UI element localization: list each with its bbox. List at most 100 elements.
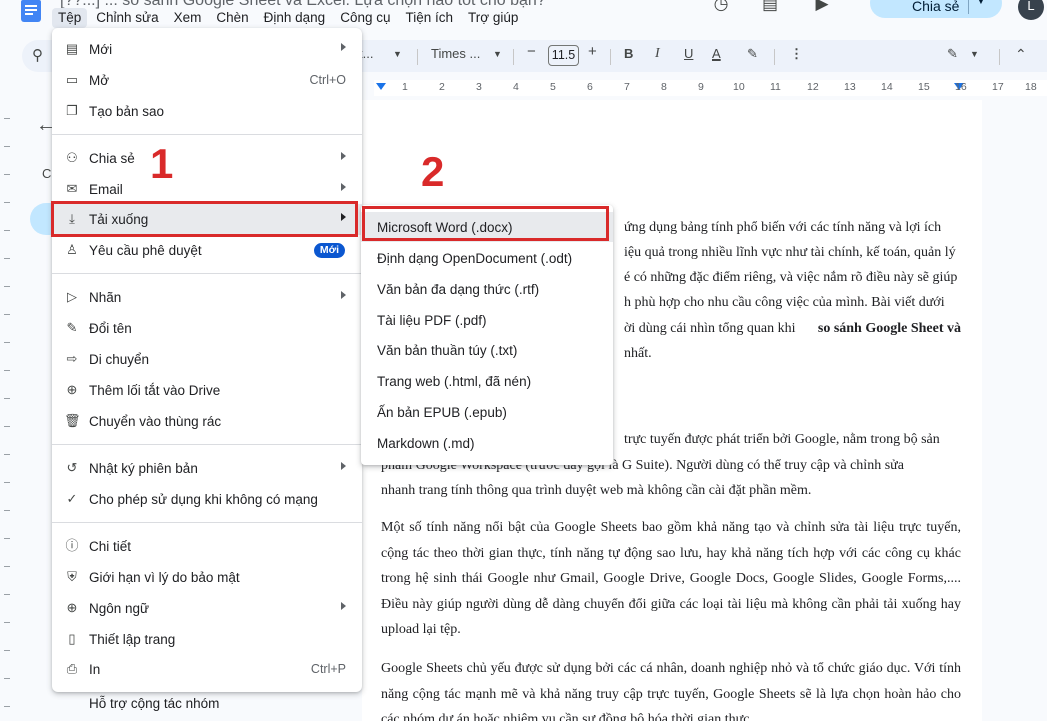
menu-item-version-history[interactable]: ↺ Nhật ký phiên bản: [52, 453, 362, 484]
decrease-font-size-button[interactable]: −: [527, 43, 536, 63]
submenu-arrow-icon: [341, 462, 346, 470]
menu-item-rename[interactable]: ✎ Đổi tên: [52, 313, 362, 344]
menubar: Tệp Chỉnh sửa Xem Chèn Định dạng Công cụ…: [52, 8, 527, 28]
menu-item-label: In: [89, 662, 101, 677]
outline-item[interactable]: Hỗ trợ cộng tác nhóm: [89, 696, 219, 711]
collapse-menus-icon[interactable]: ⌃: [1015, 46, 1027, 66]
docs-logo-icon[interactable]: [21, 0, 41, 22]
more-options-button[interactable]: ⋮: [790, 46, 803, 66]
trash-icon: 🗑: [64, 413, 81, 428]
italic-button[interactable]: I: [655, 46, 660, 66]
paragraph: Một số tính năng nổi bật của Google Shee…: [381, 520, 961, 637]
menu-item-move-to-trash[interactable]: 🗑 Chuyển vào thùng rác: [52, 406, 362, 437]
submenu-item-label: Văn bản thuần túy (.txt): [377, 343, 518, 358]
menu-item-label: Thêm lối tắt vào Drive: [89, 383, 221, 398]
bold-button[interactable]: B: [624, 46, 633, 66]
drive-shortcut-icon: ⊕: [66, 382, 78, 397]
menu-tools[interactable]: Công cụ: [334, 8, 396, 28]
label-icon: ▷: [67, 289, 77, 304]
toolbar-divider: [999, 49, 1000, 65]
menu-item-make-offline[interactable]: ✓ Cho phép sử dụng khi không có mạng: [52, 484, 362, 515]
new-badge: Mới: [313, 243, 345, 258]
menu-file[interactable]: Tệp: [52, 8, 88, 28]
menu-item-security-limitations[interactable]: ⛨ Giới hạn vì lý do bảo mật: [52, 562, 362, 593]
ruler-tick: 4: [513, 81, 519, 93]
horizontal-ruler[interactable]: 1 2 3 4 5 6 7 8 9 10 11 12 13 14 15 16 1…: [362, 78, 1047, 98]
chevron-down-icon[interactable]: ▼: [976, 0, 986, 7]
menu-item-language[interactable]: ⊕ Ngôn ngữ: [52, 593, 362, 624]
font-family-dropdown[interactable]: Times ...: [431, 46, 480, 66]
menu-item-add-shortcut[interactable]: ⊕ Thêm lối tắt vào Drive: [52, 375, 362, 406]
menu-item-details[interactable]: ⓘ Chi tiết: [52, 531, 362, 562]
menu-view[interactable]: Xem: [168, 8, 208, 28]
annotation-highlight-download: [51, 201, 358, 237]
menu-insert[interactable]: Chèn: [210, 8, 254, 28]
ruler-tick: 12: [807, 81, 819, 93]
menu-item-request-approval[interactable]: ♙ Yêu cầu phê duyệt Mới: [52, 235, 362, 266]
menu-extensions[interactable]: Tiện ích: [400, 8, 460, 28]
download-rtf[interactable]: Văn bản đa dạng thức (.rtf): [361, 274, 613, 304]
download-epub[interactable]: Ấn bản EPUB (.epub): [361, 397, 613, 427]
page-setup-icon: ▯: [68, 631, 76, 646]
chevron-down-icon[interactable]: ▼: [493, 49, 502, 69]
info-icon: ⓘ: [65, 538, 79, 553]
history-icon: ↺: [66, 460, 78, 475]
new-doc-icon: ▤: [65, 41, 79, 56]
comment-icon[interactable]: ▤: [758, 0, 782, 16]
print-icon: ⎙: [66, 661, 78, 676]
chevron-down-icon[interactable]: ▼: [970, 49, 979, 69]
menu-item-share[interactable]: ⚇ Chia sẻ: [52, 143, 362, 174]
menu-item-open[interactable]: ▭ Mở Ctrl+O: [52, 65, 362, 96]
submenu-item-label: Định dạng OpenDocument (.odt): [377, 251, 573, 266]
left-indent-marker[interactable]: [376, 83, 386, 90]
submenu-item-label: Markdown (.md): [377, 436, 475, 451]
menu-item-page-setup[interactable]: ▯ Thiết lập trang: [52, 624, 362, 655]
move-icon: ⇨: [66, 351, 78, 366]
underline-button[interactable]: U: [684, 46, 693, 66]
menu-item-move[interactable]: ⇨ Di chuyển: [52, 344, 362, 375]
menu-item-labels[interactable]: ▷ Nhãn: [52, 282, 362, 313]
edit-mode-icon[interactable]: ✎: [947, 46, 958, 66]
avatar[interactable]: L: [1018, 0, 1044, 20]
highlight-icon[interactable]: ✎: [747, 46, 758, 66]
ruler-tick: 15: [918, 81, 930, 93]
download-html[interactable]: Trang web (.html, đã nén): [361, 366, 613, 396]
toolbar-divider: [513, 49, 514, 65]
mail-icon: ✉: [66, 181, 78, 196]
ruler-tick: 13: [844, 81, 856, 93]
chevron-down-icon[interactable]: ▼: [393, 49, 402, 69]
shortcut-text: Ctrl+O: [309, 73, 346, 87]
menu-item-label: Di chuyển: [89, 352, 150, 367]
offline-icon: ✓: [66, 491, 78, 506]
meet-icon[interactable]: ▶: [810, 0, 834, 16]
download-txt[interactable]: Văn bản thuần túy (.txt): [361, 335, 613, 365]
security-icon: ⛨: [67, 569, 77, 584]
paragraph-fragment: é có những đặc điểm riêng, và việc nắm r…: [624, 270, 958, 285]
download-pdf[interactable]: Tài liệu PDF (.pdf): [361, 305, 613, 335]
vertical-ruler[interactable]: [0, 100, 20, 721]
ruler-tick: 6: [587, 81, 593, 93]
menu-help[interactable]: Trợ giúp: [462, 8, 524, 28]
menu-format[interactable]: Định dạng: [258, 8, 332, 28]
history-icon[interactable]: ◷: [709, 0, 733, 16]
menu-divider: [52, 444, 362, 445]
submenu-item-label: Văn bản đa dạng thức (.rtf): [377, 282, 540, 297]
menu-edit[interactable]: Chỉnh sửa: [90, 8, 164, 28]
menu-item-make-copy[interactable]: ❐ Tạo bản sao: [52, 96, 362, 127]
annotation-highlight-docx: [362, 206, 609, 241]
menu-item-label: Yêu cầu phê duyệt: [89, 243, 202, 258]
font-size-input[interactable]: 11.5: [548, 45, 579, 66]
download-odt[interactable]: Định dạng OpenDocument (.odt): [361, 243, 613, 273]
share-button[interactable]: Chia sẻ ▼: [870, 0, 1002, 18]
increase-font-size-button[interactable]: +: [588, 43, 597, 63]
menu-item-new[interactable]: ▤ Mới: [52, 34, 362, 65]
search-menus-icon[interactable]: ⚲: [32, 46, 43, 66]
toolbar-divider: [610, 49, 611, 65]
download-md[interactable]: Markdown (.md): [361, 428, 613, 458]
menu-item-print[interactable]: ⎙ In Ctrl+P: [52, 654, 362, 685]
ruler-tick: 3: [476, 81, 482, 93]
outline-heading: C: [42, 166, 52, 181]
text-color-button[interactable]: A: [712, 46, 721, 66]
ruler-tick: 14: [881, 81, 893, 93]
file-menu: ▤ Mới ▭ Mở Ctrl+O ❐ Tạo bản sao ⚇ Chia s…: [52, 28, 362, 692]
